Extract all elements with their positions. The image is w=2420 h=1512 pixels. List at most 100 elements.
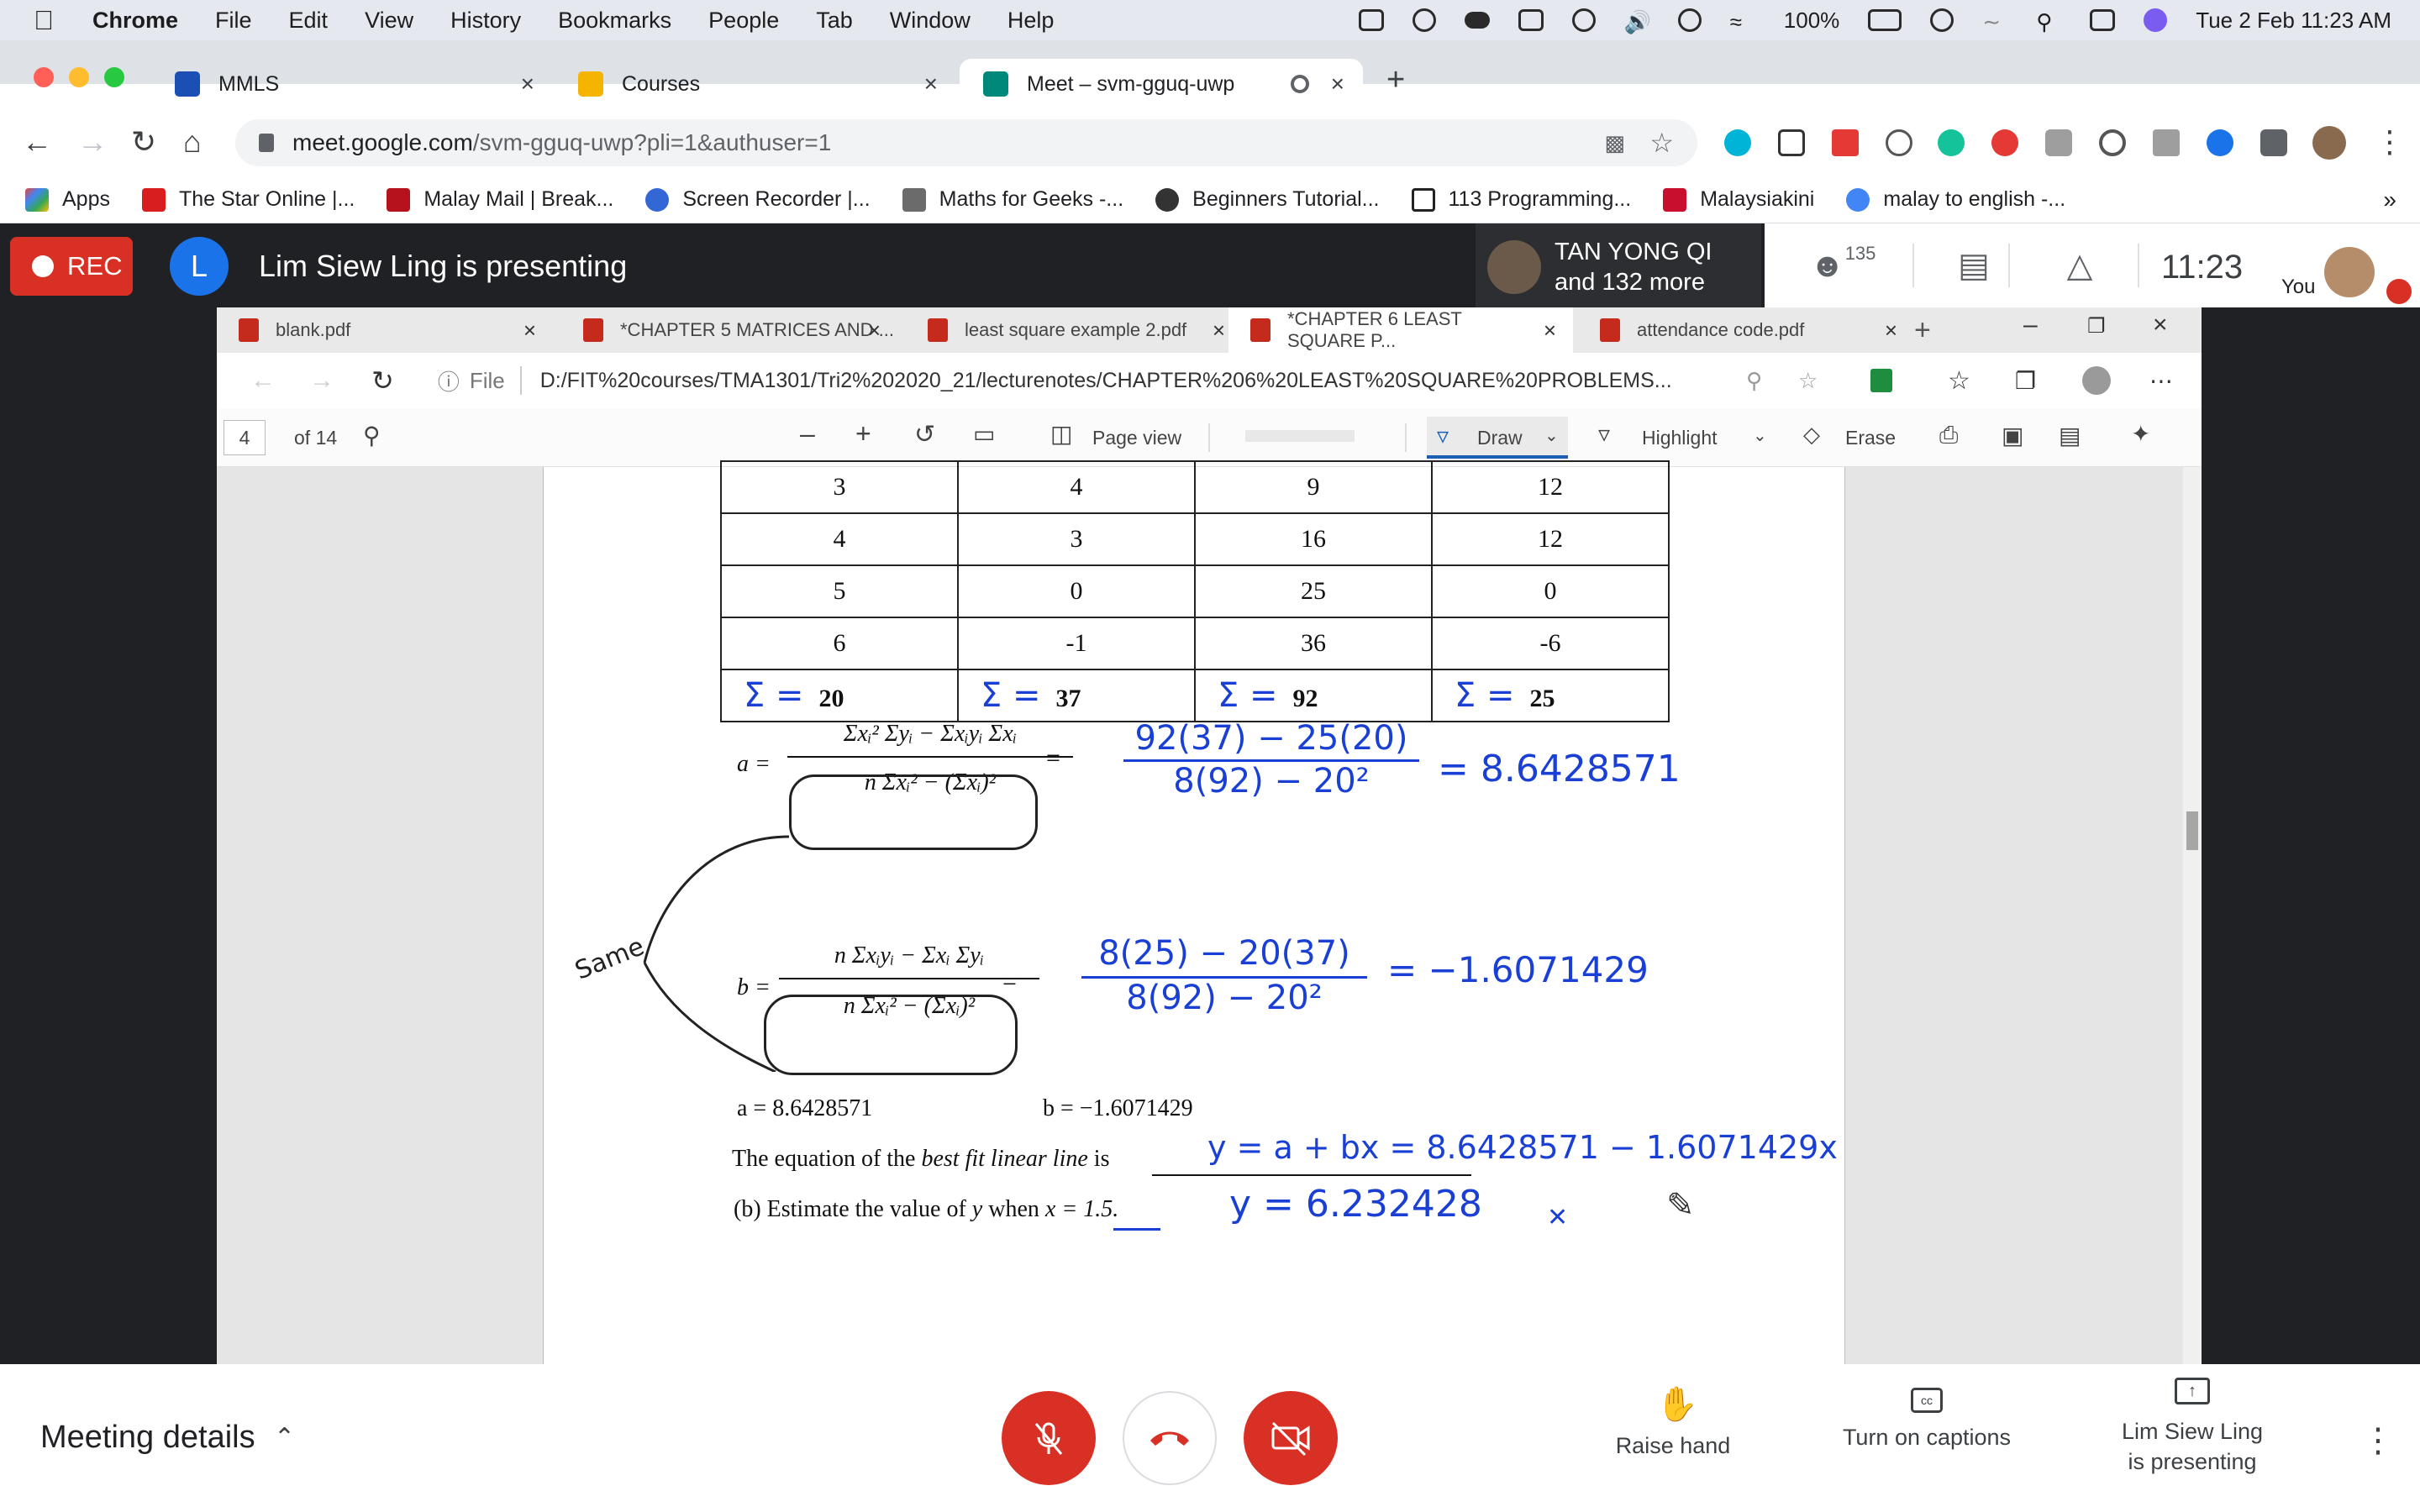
cloud-icon[interactable] <box>1464 12 1490 29</box>
search-icon[interactable]: ⚲ <box>2036 9 2061 34</box>
menu-file[interactable]: File <box>215 8 252 34</box>
question-variable: y <box>971 1196 983 1222</box>
url-path: /svm-gguq-uwp?pli=1&authuser=1 <box>472 129 832 155</box>
leave-call-button[interactable] <box>1123 1391 1217 1485</box>
edge-tab-least-square: least square example 2.pdf × <box>906 307 1242 353</box>
bookmark-screen-recorder[interactable]: Screen Recorder |... <box>645 187 871 212</box>
extension-adblock-icon[interactable] <box>1991 129 2018 156</box>
menu-history[interactable]: History <box>450 8 521 34</box>
restore-icon: ❐ <box>2087 315 2106 338</box>
extension-camera-icon[interactable] <box>2045 129 2072 156</box>
mic-toggle-button[interactable] <box>1002 1391 1096 1485</box>
extension-wave-icon[interactable] <box>2207 129 2233 156</box>
bookmark-the-star[interactable]: The Star Online |... <box>141 187 355 212</box>
tab-meet[interactable]: Meet – svm-gguq-uwp × <box>960 59 1363 109</box>
play-icon[interactable] <box>1930 8 1954 32</box>
presenting-button[interactable]: ↑ Lim Siew Ling is presenting <box>2104 1378 2281 1477</box>
url-host: meet.google.com <box>292 129 473 155</box>
meeting-details-button[interactable]: Meeting details <box>40 1420 255 1456</box>
home-button[interactable]: ⌂ <box>183 124 202 160</box>
battery-icon[interactable] <box>1868 9 1902 31</box>
malaysiakini-icon <box>1663 187 1687 212</box>
page-view-label: Page view <box>1092 427 1182 449</box>
bookmark-maths-for-geeks[interactable]: Maths for Geeks -... <box>902 187 1124 212</box>
menu-window[interactable]: Window <box>890 8 971 34</box>
siri-icon[interactable] <box>2144 8 2168 32</box>
presenter-avatar: L <box>170 237 229 296</box>
extension-m-icon[interactable] <box>1724 129 1751 156</box>
volume-icon[interactable]: 🔊 <box>1624 9 1651 34</box>
bookmark-label: malay to english -... <box>1883 187 2066 211</box>
tab-title: MMLS <box>218 71 280 96</box>
bookmark-malaysiakini[interactable]: Malaysiakini <box>1663 187 1814 212</box>
menu-people[interactable]: People <box>708 8 779 34</box>
sum-value: 25 <box>1529 685 1555 712</box>
courses-favicon <box>578 71 603 97</box>
raise-hand-button[interactable]: ✋ Raise hand <box>1610 1388 1736 1459</box>
bookmark-apps[interactable]: Apps <box>25 187 110 212</box>
self-avatar[interactable] <box>2324 247 2375 297</box>
chat-button[interactable]: ▤ <box>1928 223 2020 307</box>
lock-icon[interactable] <box>259 134 274 152</box>
edge-tab-title: blank.pdf <box>276 319 351 340</box>
activities-button[interactable]: △ <box>2033 223 2126 307</box>
people-button[interactable]: ☻ 135 <box>1805 223 1881 307</box>
close-icon[interactable]: × <box>924 71 938 97</box>
part-b-question: (b) Estimate the value of y when x = 1.5… <box>734 1196 1118 1223</box>
close-window-icon[interactable] <box>34 67 54 87</box>
bookmark-label: Maths for Geeks -... <box>939 187 1124 211</box>
forward-button[interactable]: → <box>77 124 108 160</box>
menu-view[interactable]: View <box>365 8 413 34</box>
glasses-icon[interactable] <box>1518 9 1544 31</box>
extension-v-icon[interactable] <box>2153 129 2180 156</box>
extension-react-icon[interactable] <box>1886 129 1912 156</box>
close-icon[interactable]: × <box>521 71 534 97</box>
menu-edit[interactable]: Edit <box>289 8 329 34</box>
bookmark-star-icon[interactable]: ☆ <box>1649 127 1674 159</box>
menu-chrome[interactable]: Chrome <box>92 8 178 34</box>
new-tab-button[interactable]: + <box>1386 62 1405 98</box>
extension-tp-icon[interactable] <box>1832 129 1859 156</box>
extensions-puzzle-icon[interactable] <box>2260 129 2287 156</box>
zoom-window-icon[interactable] <box>104 67 124 87</box>
tab-courses[interactable]: Courses × <box>555 62 956 106</box>
user-icon[interactable] <box>1677 8 1702 32</box>
minimize-window-icon[interactable] <box>69 67 89 87</box>
more-options-icon[interactable]: ⋮ <box>2361 1421 2395 1460</box>
menu-help[interactable]: Help <box>1007 8 1055 34</box>
extension-grammarly-icon[interactable] <box>1938 129 1965 156</box>
weather-icon[interactable]: ∼ <box>1982 9 2007 34</box>
chevron-up-icon[interactable]: ⌃ <box>274 1423 295 1452</box>
paperclip-icon[interactable] <box>1358 9 1384 31</box>
control-center-icon[interactable] <box>2090 9 2116 31</box>
tab-mmls[interactable]: MMLS × <box>151 62 553 106</box>
menu-bookmarks[interactable]: Bookmarks <box>558 8 671 34</box>
edge-tab-strip: blank.pdf × *CHAPTER 5 MATRICES AND ... … <box>217 307 2202 353</box>
pdf-icon <box>1600 318 1620 342</box>
back-button[interactable]: ← <box>22 124 52 160</box>
bookmark-malay-to-english[interactable]: malay to english -... <box>1846 187 2065 212</box>
participant-card[interactable]: TAN YONG QI and 132 more <box>1476 223 1761 307</box>
extension-notion-icon[interactable] <box>1778 129 1805 156</box>
sum-symbol: Σ = <box>1455 676 1515 715</box>
info-icon: ⓘ <box>437 369 460 395</box>
wifi-icon[interactable]: ≈ <box>1730 9 1755 34</box>
reload-button[interactable]: ↻ <box>131 124 156 160</box>
profile-avatar-icon[interactable] <box>2312 126 2346 160</box>
camera-blocked-icon[interactable]: ▩ <box>1604 130 1625 156</box>
time-machine-icon[interactable] <box>1571 8 1596 32</box>
bookmark-beginners-tutorial[interactable]: Beginners Tutorial... <box>1155 187 1380 212</box>
gauge-icon[interactable] <box>1412 8 1436 32</box>
edge-tab-title: *CHAPTER 5 MATRICES AND ... <box>620 319 894 340</box>
bookmark-113-programming[interactable]: 113 Programming... <box>1411 187 1631 212</box>
camera-toggle-button[interactable] <box>1244 1391 1338 1485</box>
close-icon[interactable]: × <box>1331 71 1344 97</box>
apple-icon[interactable]:  <box>34 5 62 36</box>
menu-tab[interactable]: Tab <box>816 8 853 34</box>
bookmark-malay-mail[interactable]: Malay Mail | Break... <box>387 187 613 212</box>
address-bar[interactable]: meet.google.com /svm-gguq-uwp?pli=1&auth… <box>235 119 1697 166</box>
extension-circle-icon[interactable] <box>2099 129 2126 156</box>
more-bookmarks-icon[interactable]: » <box>2383 186 2396 213</box>
chrome-menu-button[interactable]: ⋮ <box>2375 124 2405 160</box>
captions-button[interactable]: cc Turn on captions <box>1828 1388 2025 1451</box>
